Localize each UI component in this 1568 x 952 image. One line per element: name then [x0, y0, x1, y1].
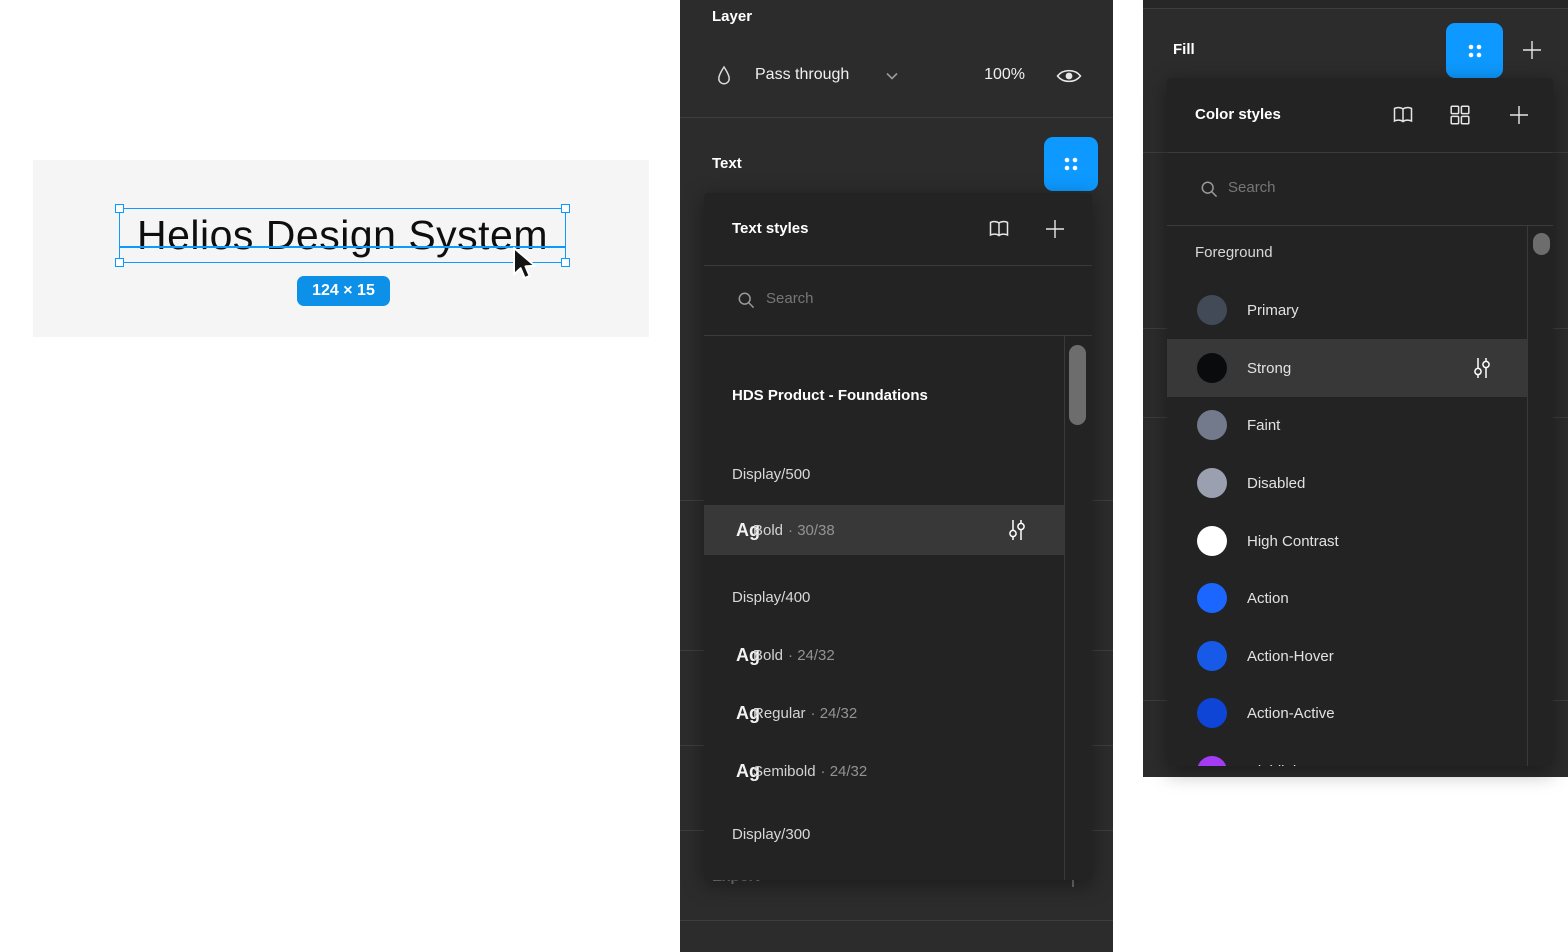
size-badge: 124 × 15 [297, 276, 390, 306]
color-style-row-highlight[interactable]: Highlight [1167, 742, 1527, 766]
color-style-row-action-hover[interactable]: Action-Hover [1167, 627, 1527, 685]
adjust-sliders-icon[interactable] [1008, 519, 1026, 541]
color-label: Strong [1247, 360, 1291, 377]
four-dot-styles-icon [1462, 38, 1488, 64]
text-section-title: Text [712, 155, 742, 172]
popup-divider [704, 335, 1092, 336]
selection-handle-bottom-right[interactable] [561, 258, 570, 267]
add-fill-icon[interactable] [1521, 39, 1543, 61]
section-divider [1143, 8, 1568, 9]
add-style-icon[interactable] [1508, 104, 1530, 126]
scroll-gutter [1527, 225, 1528, 766]
library-book-icon[interactable] [1391, 105, 1415, 125]
cursor-icon [511, 246, 539, 284]
style-section-label: Display/400 [732, 589, 810, 606]
style-name: Regular [753, 705, 806, 722]
style-section-label: Display/500 [732, 466, 810, 483]
opacity-field[interactable]: 100% [948, 66, 1025, 84]
text-styles-button[interactable] [1044, 137, 1098, 191]
fill-panel: Fill Color styles [1143, 0, 1568, 777]
style-name: Bold [753, 647, 783, 664]
color-swatch [1197, 526, 1227, 556]
scrollbar-thumb[interactable] [1069, 345, 1086, 425]
color-label: Disabled [1247, 475, 1305, 492]
color-label: High Contrast [1247, 533, 1339, 550]
color-style-row-action[interactable]: Action [1167, 569, 1527, 627]
text-styles-popup: Text styles HDS Product - Foundations Di… [704, 193, 1092, 880]
style-preview: Ag [704, 703, 753, 724]
style-group-header: HDS Product - Foundations [732, 387, 928, 404]
properties-panel: Layer Pass through 100% Text Export Text… [680, 0, 1113, 952]
color-style-row-primary[interactable]: Primary [1167, 281, 1527, 339]
search-input[interactable] [766, 290, 1016, 307]
color-group-header: Foreground [1195, 244, 1273, 261]
selection-handle-bottom-left[interactable] [115, 258, 124, 267]
add-style-icon[interactable] [1044, 218, 1066, 240]
color-swatch [1197, 583, 1227, 613]
style-detail: · 24/32 [788, 647, 835, 664]
text-style-row-bold-24[interactable]: Ag Bold · 24/32 [704, 628, 1064, 682]
text-baseline-line [120, 246, 565, 248]
panel-top-strip [1143, 0, 1568, 8]
popup-title: Color styles [1195, 106, 1281, 123]
color-label: Primary [1247, 302, 1299, 319]
layer-section-title: Layer [712, 8, 752, 25]
selection-box [119, 208, 566, 263]
four-dot-styles-icon [1058, 151, 1084, 177]
popup-divider [704, 265, 1092, 266]
color-label: Action-Active [1247, 705, 1335, 722]
style-section-label: Display/300 [732, 826, 810, 843]
text-style-row-regular-24[interactable]: Ag Regular · 24/32 [704, 686, 1064, 740]
color-swatch [1197, 295, 1227, 325]
section-divider [680, 920, 1113, 921]
color-swatch [1197, 353, 1227, 383]
color-style-row-strong[interactable]: Strong [1167, 339, 1527, 397]
color-style-row-high-contrast[interactable]: High Contrast [1167, 512, 1527, 570]
chevron-down-icon[interactable] [885, 71, 899, 81]
color-swatch [1197, 468, 1227, 498]
color-swatch [1197, 698, 1227, 728]
adjust-sliders-icon[interactable] [1473, 357, 1491, 379]
color-style-row-faint[interactable]: Faint [1167, 396, 1527, 454]
visibility-eye-icon[interactable] [1056, 67, 1082, 85]
style-preview: Ag [704, 761, 753, 782]
canvas[interactable]: Helios Design System 124 × 15 [33, 160, 649, 337]
color-label: Action [1247, 590, 1289, 607]
popup-divider [1167, 225, 1553, 226]
selection-handle-top-left[interactable] [115, 204, 124, 213]
popup-divider [1167, 152, 1553, 153]
section-divider [680, 117, 1113, 118]
search-input[interactable] [1228, 179, 1478, 196]
text-style-row-bold-30[interactable]: Ag Bold · 30/38 [704, 505, 1064, 555]
scrollbar-thumb[interactable] [1533, 233, 1550, 255]
color-style-row-disabled[interactable]: Disabled [1167, 454, 1527, 512]
color-label: Action-Hover [1247, 648, 1334, 665]
color-styles-button[interactable] [1446, 23, 1503, 78]
fill-section-title: Fill [1173, 41, 1195, 58]
style-name: Bold [753, 522, 783, 539]
blend-mode-icon [716, 65, 732, 92]
style-name: Semibold [753, 763, 816, 780]
popup-title: Text styles [732, 220, 808, 237]
grid-view-icon[interactable] [1450, 105, 1470, 125]
search-icon [1200, 180, 1219, 199]
library-book-icon[interactable] [987, 219, 1011, 239]
color-style-row-action-active[interactable]: Action-Active [1167, 684, 1527, 742]
style-detail: · 24/32 [811, 705, 858, 722]
style-preview: Ag [704, 645, 753, 666]
search-icon [737, 291, 756, 310]
selection-handle-top-right[interactable] [561, 204, 570, 213]
color-label: Faint [1247, 417, 1280, 434]
color-label: Highlight [1247, 763, 1305, 767]
color-swatch [1197, 641, 1227, 671]
color-swatch [1197, 410, 1227, 440]
style-detail: · 30/38 [788, 522, 835, 539]
style-preview: Ag [704, 520, 753, 541]
color-swatch [1197, 756, 1227, 766]
color-styles-popup: Color styles Foreground Primary [1167, 78, 1553, 766]
text-style-row-semibold-24[interactable]: Ag Semibold · 24/32 [704, 744, 1064, 798]
style-detail: · 24/32 [821, 763, 868, 780]
scroll-gutter [1064, 335, 1065, 880]
blend-mode-select[interactable]: Pass through [755, 66, 849, 84]
